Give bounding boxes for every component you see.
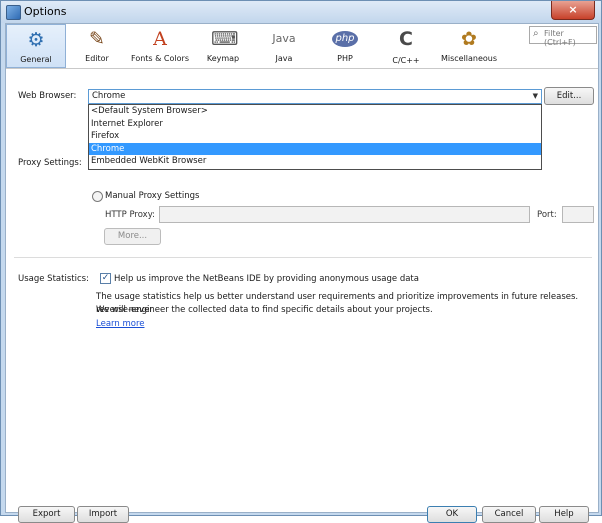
usage-statistics-checkbox[interactable]: ✓ [100,273,111,284]
fonts-colors-icon: A [153,28,167,50]
tab-editor[interactable]: ✎ Editor [67,24,127,68]
tab-fonts-colors-label: Fonts & Colors [131,54,189,63]
filter-placeholder: Filter (Ctrl+F) [544,29,576,47]
import-button[interactable]: Import [77,506,129,523]
dropdown-option-selected[interactable]: Chrome [89,142,541,155]
export-button[interactable]: Export [18,506,75,523]
tab-general[interactable]: ⚙ General [6,24,66,68]
browser-dropdown-list: <Default System Browser> Internet Explor… [88,104,542,170]
cpp-icon: C [399,28,413,50]
separator [14,257,592,258]
http-proxy-field[interactable] [159,206,530,223]
cancel-button[interactable]: Cancel [482,506,536,523]
title-bar[interactable]: Options × [1,1,601,23]
php-icon: php [332,31,358,47]
options-window: Options × ⚙ General ✎ Editor A Fonts & C… [0,0,602,523]
tab-general-label: General [20,55,52,64]
dialog-content: ⚙ General ✎ Editor A Fonts & Colors ⌨ Ke… [5,23,599,523]
help-button[interactable]: Help [539,506,589,523]
tab-editor-label: Editor [85,54,109,63]
window-title: Options [24,5,67,18]
dropdown-option[interactable]: Firefox [89,130,541,143]
usage-statistics-label: Usage Statistics: [18,274,89,284]
tab-php-label: PHP [337,54,353,63]
port-field[interactable] [562,206,594,223]
tab-java[interactable]: Java Java [254,24,314,68]
keyboard-icon: ⌨ [211,28,239,50]
general-panel: Web Browser: Chrome ▼ Edit... <Default S… [6,69,598,523]
close-button[interactable]: × [551,1,595,20]
proxy-settings-label: Proxy Settings: [18,158,82,168]
tab-keymap-label: Keymap [206,54,240,63]
manual-proxy-label: Manual Proxy Settings [105,191,200,201]
tab-fonts-colors[interactable]: A Fonts & Colors [128,24,192,68]
http-proxy-label: HTTP Proxy: [105,210,155,220]
port-label: Port: [537,210,557,220]
tab-cpp[interactable]: C C/C++ [376,24,436,68]
dropdown-option[interactable]: Embedded WebKit Browser [89,155,541,168]
tab-miscellaneous-label: Miscellaneous [440,54,498,63]
manual-proxy-radio[interactable] [92,191,103,202]
web-browser-combo[interactable]: Chrome ▼ [88,89,542,104]
learn-more-link[interactable]: Learn more [96,319,144,329]
editor-pencil-icon: ✎ [89,28,105,50]
ok-button[interactable]: OK [427,506,477,523]
usage-checkbox-label: Help us improve the NetBeans IDE by prov… [114,274,419,284]
chevron-down-icon: ▼ [532,92,538,100]
filter-input[interactable]: ⌕ Filter (Ctrl+F) [529,26,597,47]
web-browser-value: Chrome [92,91,126,101]
tab-php[interactable]: php PHP [315,24,375,68]
usage-description-line-2: reverse-engineer the collected data to f… [96,305,433,315]
tab-keymap[interactable]: ⌨ Keymap [193,24,253,68]
wrench-gear-icon: ⚙ [27,29,45,51]
edit-button[interactable]: Edit... [544,87,594,105]
miscellaneous-icon: ✿ [461,28,477,50]
more-button[interactable]: More... [104,228,161,245]
category-toolbar: ⚙ General ✎ Editor A Fonts & Colors ⌨ Ke… [6,24,598,69]
dropdown-option[interactable]: <Default System Browser> [89,105,541,118]
java-icon: Java [272,32,296,45]
search-icon: ⌕ [533,28,539,39]
tab-cpp-label: C/C++ [392,56,420,65]
web-browser-label: Web Browser: [18,91,77,101]
tab-java-label: Java [275,54,293,63]
dropdown-option[interactable]: Internet Explorer [89,118,541,131]
tab-miscellaneous[interactable]: ✿ Miscellaneous [437,24,501,68]
app-icon [6,5,21,20]
